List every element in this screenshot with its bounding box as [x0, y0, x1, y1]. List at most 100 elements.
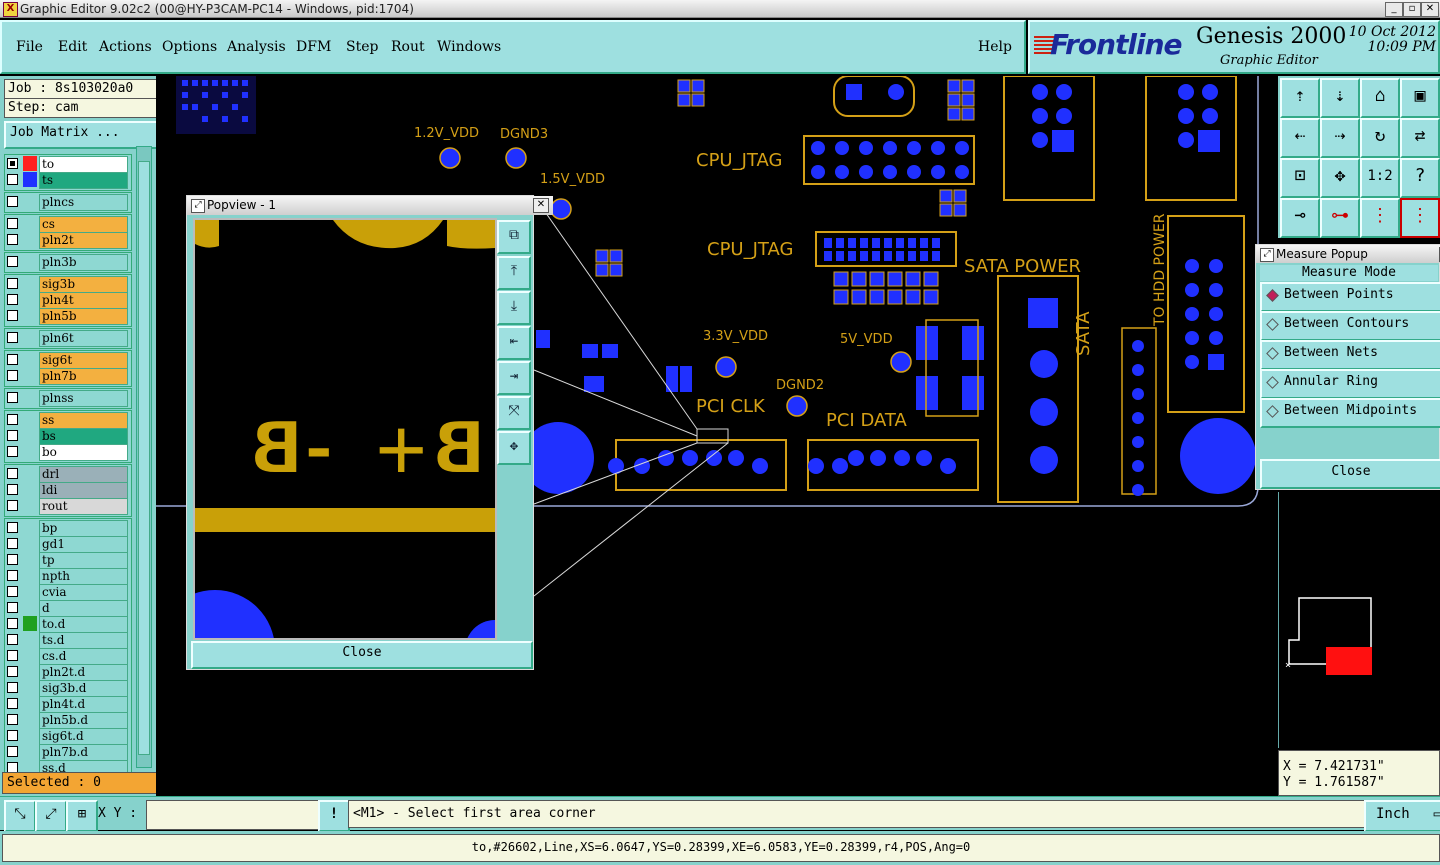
popview-pan-right-icon[interactable]: ⇥: [497, 361, 531, 395]
layer-name[interactable]: cs: [39, 216, 128, 233]
layer-name[interactable]: ldi: [39, 482, 128, 499]
layer-checkbox[interactable]: [7, 446, 18, 457]
layer-name[interactable]: npth: [39, 568, 128, 585]
layer-row[interactable]: cs: [4, 216, 128, 233]
layer-name[interactable]: bo: [39, 444, 128, 461]
layer-row[interactable]: tp: [4, 552, 128, 569]
menu-step[interactable]: Step: [346, 39, 378, 55]
alert-icon[interactable]: !: [318, 800, 350, 832]
layer-row[interactable]: d: [4, 600, 128, 617]
layer-row[interactable]: sig6t: [4, 352, 128, 369]
help-query-icon[interactable]: ?: [1400, 158, 1440, 198]
layer-row[interactable]: bp: [4, 520, 128, 537]
layer-checkbox[interactable]: [7, 278, 18, 289]
layer-checkbox[interactable]: [7, 538, 18, 549]
menu-windows[interactable]: Windows: [437, 39, 501, 55]
popview-close-button[interactable]: Close: [191, 641, 533, 669]
layer-name[interactable]: bs: [39, 428, 128, 445]
layer-row[interactable]: pln3b: [4, 254, 128, 271]
layer-name[interactable]: pln6t: [39, 330, 128, 347]
zoom-one-to-two-icon[interactable]: 1:2: [1360, 158, 1400, 198]
layer-row[interactable]: ldi: [4, 482, 128, 499]
measure-close-button[interactable]: Close: [1260, 459, 1440, 489]
menu-actions[interactable]: Actions: [99, 39, 152, 55]
xy-input[interactable]: [146, 800, 320, 830]
layer-checkbox[interactable]: [7, 634, 18, 645]
measure-line-icon[interactable]: ⤢: [35, 800, 67, 832]
layer-name[interactable]: ts: [39, 172, 128, 189]
popview-zoom-fit-icon[interactable]: ⧉: [497, 220, 531, 254]
layer-checkbox[interactable]: [7, 500, 18, 511]
overview-map[interactable]: ×: [1278, 492, 1440, 748]
menu-analysis[interactable]: Analysis: [227, 39, 286, 55]
layer-name[interactable]: pln7b.d: [39, 744, 128, 761]
popview-zoom-out-icon[interactable]: ✥: [497, 431, 531, 465]
layer-name[interactable]: d: [39, 600, 128, 617]
layer-row[interactable]: ts: [4, 172, 128, 189]
layer-row[interactable]: pln7b.d: [4, 744, 128, 761]
scrollbar-thumb[interactable]: [138, 161, 150, 755]
layer-checkbox[interactable]: [7, 234, 18, 245]
layer-checkbox[interactable]: [7, 332, 18, 343]
layer-checkbox[interactable]: [7, 468, 18, 479]
net-highlight-icon[interactable]: ⋮: [1360, 198, 1400, 238]
layer-row[interactable]: cvia: [4, 584, 128, 601]
layer-checkbox[interactable]: [7, 174, 18, 185]
popview-zoom-in-icon[interactable]: ⤧: [497, 396, 531, 430]
layer-row[interactable]: bs: [4, 428, 128, 445]
layer-name[interactable]: pln2t: [39, 232, 128, 249]
zoom-home-icon[interactable]: ⊡: [1280, 158, 1320, 198]
measure-option-annular-ring[interactable]: Annular Ring: [1260, 369, 1440, 399]
layer-row[interactable]: sig6t.d: [4, 728, 128, 745]
layer-row[interactable]: gd1: [4, 536, 128, 553]
close-window-button[interactable]: ✕: [1421, 2, 1439, 17]
layer-row[interactable]: pln4t.d: [4, 696, 128, 713]
draw-line-icon[interactable]: ⤡: [4, 800, 36, 832]
layer-name[interactable]: to.d: [39, 616, 128, 633]
layer-list-scrollbar[interactable]: [136, 146, 152, 768]
layer-checkbox[interactable]: [7, 392, 18, 403]
layer-row[interactable]: sig3b.d: [4, 680, 128, 697]
layer-checkbox[interactable]: [7, 570, 18, 581]
menu-rout[interactable]: Rout: [391, 39, 425, 55]
menu-dfm[interactable]: DFM: [296, 39, 331, 55]
popview-pan-left-icon[interactable]: ⇤: [497, 326, 531, 360]
pan-down-icon[interactable]: ⇣: [1320, 78, 1360, 118]
layer-name[interactable]: ss: [39, 412, 128, 429]
layer-checkbox[interactable]: [7, 650, 18, 661]
layer-name[interactable]: pln2t.d: [39, 664, 128, 681]
layer-checkbox[interactable]: [7, 682, 18, 693]
layer-row[interactable]: bo: [4, 444, 128, 461]
layer-name[interactable]: pln5b.d: [39, 712, 128, 729]
layer-row[interactable]: pln5b: [4, 308, 128, 325]
layer-checkbox[interactable]: [7, 586, 18, 597]
layer-name[interactable]: bp: [39, 520, 128, 537]
layer-checkbox[interactable]: [7, 618, 18, 629]
layer-checkbox[interactable]: [7, 294, 18, 305]
pan-right-icon[interactable]: ⇢: [1320, 118, 1360, 158]
layer-row[interactable]: to.d: [4, 616, 128, 633]
layer-row[interactable]: sig3b: [4, 276, 128, 293]
layer-name[interactable]: drl: [39, 466, 128, 483]
layer-checkbox[interactable]: [7, 310, 18, 321]
layer-checkbox[interactable]: [7, 196, 18, 207]
layer-name[interactable]: to: [39, 156, 128, 173]
layer-checkbox[interactable]: [7, 354, 18, 365]
layer-checkbox[interactable]: [7, 746, 18, 757]
home-view-icon[interactable]: ⌂: [1360, 78, 1400, 118]
layer-row[interactable]: pln2t.d: [4, 664, 128, 681]
layer-checkbox[interactable]: [7, 666, 18, 677]
popview-pan-down-icon[interactable]: ⤓: [497, 291, 531, 325]
measure-option-between-points[interactable]: Between Points: [1260, 282, 1440, 312]
layer-row[interactable]: drl: [4, 466, 128, 483]
layer-checkbox[interactable]: [7, 256, 18, 267]
layer-name[interactable]: plncs: [39, 194, 128, 211]
layer-row[interactable]: pln6t: [4, 330, 128, 347]
popview-close-icon[interactable]: ✕: [533, 198, 549, 213]
popview-pan-up-icon[interactable]: ⤒: [497, 256, 531, 290]
layer-name[interactable]: sig3b: [39, 276, 128, 293]
layer-name[interactable]: ts.d: [39, 632, 128, 649]
layer-row[interactable]: cs.d: [4, 648, 128, 665]
layer-name[interactable]: rout: [39, 498, 128, 515]
layer-checkbox[interactable]: [7, 698, 18, 709]
